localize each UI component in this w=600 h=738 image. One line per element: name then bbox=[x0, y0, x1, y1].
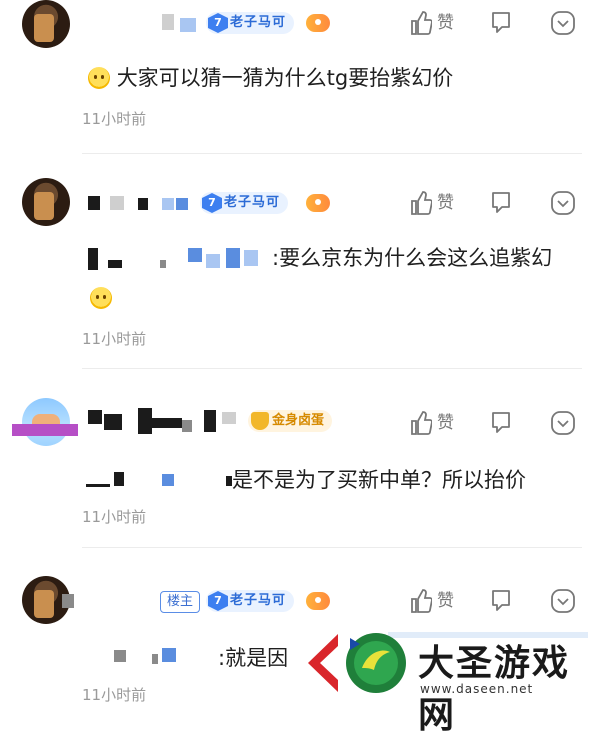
thumbs-up-icon bbox=[411, 589, 432, 613]
mention-mosaic bbox=[162, 648, 176, 662]
username-mosaic bbox=[162, 198, 174, 210]
thumbs-up-icon bbox=[411, 191, 432, 215]
comment-actions: 赞 bbox=[410, 8, 580, 38]
mention-mosaic bbox=[86, 484, 110, 487]
thumbs-up-icon bbox=[411, 11, 432, 35]
username-mosaic bbox=[222, 412, 236, 424]
more-icon[interactable] bbox=[550, 190, 576, 216]
mention-mosaic bbox=[244, 250, 258, 266]
comment-actions: 赞 bbox=[410, 586, 580, 616]
divider bbox=[82, 368, 582, 369]
more-icon[interactable] bbox=[550, 10, 576, 36]
comment-time: 11小时前 bbox=[82, 110, 147, 128]
username-mosaic bbox=[182, 420, 192, 432]
like-label: 赞 bbox=[437, 13, 454, 33]
gold-badge-icon bbox=[251, 412, 269, 430]
comment-icon[interactable] bbox=[490, 10, 514, 36]
level-number: 7 bbox=[208, 13, 228, 33]
smile-emoji-icon bbox=[88, 67, 110, 89]
like-button[interactable]: 赞 bbox=[410, 408, 470, 438]
more-icon[interactable] bbox=[550, 410, 576, 436]
comment-text: 大家可以猜一猜为什么tg要抬紫幻价 bbox=[88, 62, 580, 94]
gamepad-icon bbox=[306, 14, 330, 32]
comment-time: 11小时前 bbox=[82, 686, 147, 704]
username-mosaic bbox=[204, 410, 216, 432]
level-number: 7 bbox=[208, 591, 228, 611]
like-label: 赞 bbox=[437, 193, 454, 213]
fan-level-badge: 7 老子马可 bbox=[206, 12, 295, 34]
smile-emoji-icon bbox=[90, 287, 112, 309]
watermark-logo bbox=[308, 633, 406, 693]
badge-text: 老子马可 bbox=[224, 195, 281, 210]
username-mosaic bbox=[180, 18, 196, 32]
thumbs-up-icon bbox=[411, 411, 432, 435]
like-button[interactable]: 赞 bbox=[410, 8, 470, 38]
avatar[interactable] bbox=[22, 178, 70, 226]
avatar[interactable] bbox=[22, 398, 70, 446]
fan-level-badge: 7 老子马可 bbox=[206, 590, 295, 612]
comment-text: 是不是为了买新中单？所以抬价 bbox=[232, 468, 526, 492]
watermark-url: www.daseen.net bbox=[420, 682, 534, 696]
username-mosaic bbox=[88, 410, 102, 424]
username-mosaic bbox=[162, 14, 174, 30]
divider bbox=[82, 153, 582, 154]
username-mosaic bbox=[88, 196, 100, 210]
mention-mosaic bbox=[226, 248, 240, 268]
like-label: 赞 bbox=[437, 591, 454, 611]
level-number: 7 bbox=[202, 193, 222, 213]
gamepad-icon bbox=[306, 592, 330, 610]
comment-item: 7 老子马可 赞 大家可以猜一猜为什么tg要抬紫幻价 11小时前 bbox=[0, 0, 600, 150]
like-button[interactable]: 赞 bbox=[410, 586, 470, 616]
like-label: 赞 bbox=[437, 413, 454, 433]
mention-mosaic bbox=[152, 654, 158, 664]
badge-text: 老子马可 bbox=[230, 15, 287, 30]
comment-icon[interactable] bbox=[490, 588, 514, 614]
comment-actions: 赞 bbox=[410, 408, 580, 438]
avatar-mosaic bbox=[62, 594, 74, 608]
mention-mosaic bbox=[162, 474, 174, 486]
comment-item: 7 老子马可 赞 :要么京东为什么会这么追紫幻 11小时前 bbox=[0, 176, 600, 356]
avatar-decoration bbox=[12, 424, 78, 436]
more-icon[interactable] bbox=[550, 588, 576, 614]
username-mosaic bbox=[104, 414, 122, 430]
comment-item: 金身卤蛋 赞 是不是为了买新中单？所以抬价 11小时前 bbox=[0, 396, 600, 536]
mention-mosaic bbox=[160, 260, 166, 268]
thread-owner-tag: 楼主 bbox=[160, 591, 201, 613]
comment-text: :要么京东为什么会这么追紫幻 bbox=[272, 246, 553, 270]
comment-actions: 赞 bbox=[410, 188, 580, 218]
comment-time: 11小时前 bbox=[82, 508, 147, 526]
username-mosaic bbox=[110, 196, 124, 210]
badge-text: 金身卤蛋 bbox=[272, 413, 325, 428]
fan-level-badge: 7 老子马可 bbox=[200, 192, 289, 214]
mention-mosaic bbox=[206, 254, 220, 268]
divider bbox=[82, 547, 582, 548]
comment-icon[interactable] bbox=[490, 410, 514, 436]
gamepad-icon bbox=[306, 194, 330, 212]
mention-mosaic bbox=[188, 248, 202, 262]
site-watermark: 大圣游戏网 www.daseen.net bbox=[298, 618, 600, 736]
like-button[interactable]: 赞 bbox=[410, 188, 470, 218]
mention-mosaic bbox=[114, 650, 126, 662]
username-mosaic bbox=[152, 418, 182, 428]
mention-mosaic bbox=[108, 260, 122, 268]
username-mosaic bbox=[176, 198, 188, 210]
username-mosaic bbox=[138, 408, 152, 434]
badge-text: 老子马可 bbox=[230, 593, 287, 608]
mention-mosaic bbox=[88, 248, 98, 270]
username-mosaic bbox=[138, 198, 148, 210]
comment-time: 11小时前 bbox=[82, 330, 147, 348]
comment-icon[interactable] bbox=[490, 190, 514, 216]
mention-mosaic bbox=[114, 472, 124, 486]
gold-fan-badge: 金身卤蛋 bbox=[248, 410, 333, 432]
avatar[interactable] bbox=[22, 0, 70, 48]
